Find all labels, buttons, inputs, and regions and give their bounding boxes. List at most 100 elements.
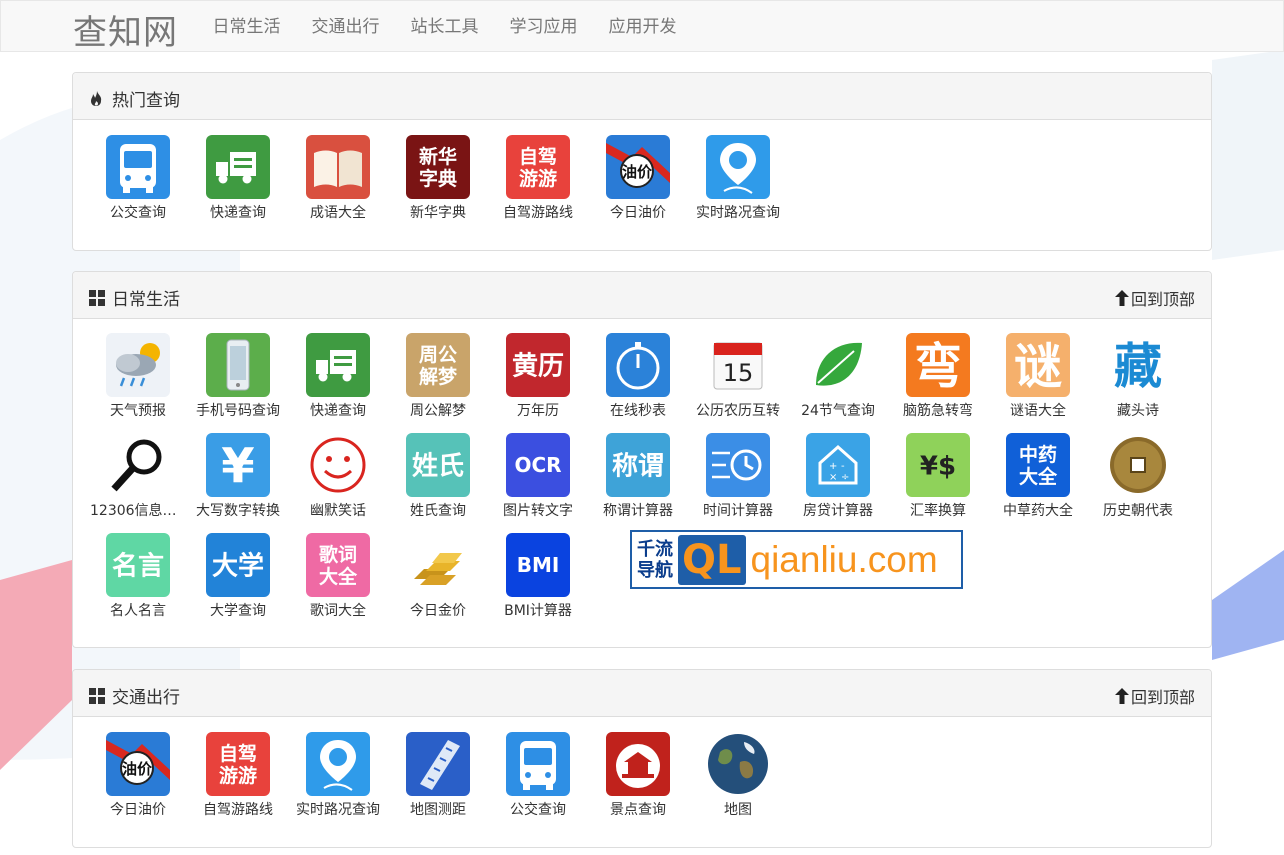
app-item[interactable]: 谜谜语大全: [988, 333, 1088, 431]
app-item[interactable]: 天气预报: [88, 333, 188, 431]
svg-text:油价: 油价: [622, 163, 653, 181]
coin-icon: [1106, 433, 1170, 497]
app-item[interactable]: + - × ÷ 房贷计算器: [788, 433, 888, 531]
app-item[interactable]: 公交查询: [88, 135, 188, 233]
nav-links: 日常生活 交通出行 站长工具 学习应用 应用开发: [197, 1, 692, 53]
app-item[interactable]: 自驾 游游 自驾游路线: [488, 135, 588, 233]
nav-link-daily-life[interactable]: 日常生活: [197, 1, 296, 53]
svg-text:×: ×: [829, 472, 837, 483]
site-brand[interactable]: 查知网: [73, 5, 178, 54]
app-item[interactable]: 成语大全: [288, 135, 388, 233]
qianliu-ad-banner[interactable]: 千流 导航 QL qianliu.com: [630, 530, 963, 589]
text-icon: 自驾 游游: [206, 732, 270, 796]
app-item-label: 公交查询: [510, 802, 566, 818]
text-icon: ¥: [206, 433, 270, 497]
panel-daily-life: 日常生活 回到顶部 天气预报 手机号码查询 快递查询 周公 解梦 周公解梦 黄历 万年历在线秒…: [72, 271, 1212, 648]
svg-text:大全: 大全: [1019, 465, 1058, 488]
weather-icon: [106, 333, 170, 397]
app-item-label: 公交查询: [110, 205, 166, 221]
app-item[interactable]: 快递查询: [288, 333, 388, 431]
app-item[interactable]: 手机号码查询: [188, 333, 288, 431]
svg-text:¥$: ¥$: [920, 451, 956, 481]
ad-domain-text: qianliu.com: [750, 538, 938, 580]
app-item-label: 今日金价: [410, 603, 466, 619]
app-item[interactable]: 中药 大全 中草药大全: [988, 433, 1088, 531]
globe-icon: [706, 732, 770, 796]
app-item[interactable]: 歌词 大全 歌词大全: [288, 533, 388, 631]
text-icon: BMI: [506, 533, 570, 597]
app-item-label: 景点查询: [610, 802, 666, 818]
truck-icon: [206, 135, 270, 199]
text-icon: 新华 字典: [406, 135, 470, 199]
panel-title: 日常生活: [112, 290, 180, 310]
app-item-label: 12306信息查询: [90, 503, 188, 519]
app-item[interactable]: 今日金价: [388, 533, 488, 631]
smile-icon: [306, 433, 370, 497]
svg-text:字典: 字典: [419, 167, 457, 190]
app-item[interactable]: 姓氏 姓氏查询: [388, 433, 488, 531]
nav-link-learning-apps[interactable]: 学习应用: [494, 1, 593, 53]
svg-text:谜: 谜: [1014, 338, 1062, 394]
text-icon: OCR: [506, 433, 570, 497]
app-item-label: 快递查询: [210, 205, 266, 221]
app-item[interactable]: 地图测距: [388, 732, 488, 830]
app-item[interactable]: 15 公历农历互转: [688, 333, 788, 431]
svg-text:游游: 游游: [219, 764, 257, 787]
app-item[interactable]: 弯脑筋急转弯: [888, 333, 988, 431]
svg-text:姓氏: 姓氏: [412, 451, 464, 481]
app-item[interactable]: 地图: [688, 732, 788, 830]
app-item-label: 脑筋急转弯: [903, 403, 973, 419]
app-item[interactable]: 名言 名人名言: [88, 533, 188, 631]
panel-title: 交通出行: [112, 688, 180, 708]
app-item-label: 大学查询: [210, 603, 266, 619]
ruler-icon: [406, 732, 470, 796]
back-to-top-link[interactable]: 回到顶部: [1114, 286, 1195, 310]
app-item[interactable]: 公交查询: [488, 732, 588, 830]
app-item[interactable]: 藏藏头诗: [1088, 333, 1188, 431]
svg-text:自驾: 自驾: [219, 742, 257, 765]
app-item[interactable]: BMI BMI计算器: [488, 533, 588, 631]
calendar-icon: 15: [706, 333, 770, 397]
app-item[interactable]: ¥ 大写数字转换: [188, 433, 288, 531]
app-item-label: 成语大全: [310, 205, 366, 221]
app-item[interactable]: 油价 今日油价: [88, 732, 188, 830]
nav-link-app-dev[interactable]: 应用开发: [593, 1, 692, 53]
app-item[interactable]: 历史朝代表: [1088, 433, 1188, 531]
app-item[interactable]: 新华 字典 新华字典: [388, 135, 488, 233]
svg-text:黄历: 黄历: [512, 351, 564, 381]
back-to-top-link[interactable]: 回到顶部: [1114, 684, 1195, 708]
app-item[interactable]: 实时路况查询: [688, 135, 788, 233]
app-item-label: 历史朝代表: [1103, 503, 1173, 519]
nav-link-webmaster-tools[interactable]: 站长工具: [395, 1, 494, 53]
app-item-label: 自驾游路线: [503, 205, 573, 221]
app-item[interactable]: 景点查询: [588, 732, 688, 830]
app-item[interactable]: 幽默笑话: [288, 433, 388, 531]
nav-link-transport[interactable]: 交通出行: [296, 1, 395, 53]
text-icon: 中药 大全: [1006, 433, 1070, 497]
app-item[interactable]: 称谓 称谓计算器: [588, 433, 688, 531]
app-item[interactable]: 12306信息查询: [88, 433, 188, 531]
oil-icon: 油价: [106, 732, 170, 796]
app-item[interactable]: 周公 解梦 周公解梦: [388, 333, 488, 431]
app-item-label: 在线秒表: [610, 403, 666, 419]
text-icon: 姓氏: [406, 433, 470, 497]
ad-chinese-text: 千流 导航: [637, 538, 673, 581]
arrow-up-icon: [1114, 688, 1129, 704]
pin-icon: [706, 135, 770, 199]
app-item[interactable]: 时间计算器: [688, 433, 788, 531]
app-item[interactable]: 24节气查询: [788, 333, 888, 431]
app-item[interactable]: 快递查询: [188, 135, 288, 233]
app-item[interactable]: 黄历 万年历: [488, 333, 588, 431]
app-item[interactable]: ¥$ 汇率换算: [888, 433, 988, 531]
app-item[interactable]: 油价 今日油价: [588, 135, 688, 233]
ad-ql-badge: QL: [678, 534, 746, 585]
top-navbar: 查知网 日常生活 交通出行 站长工具 学习应用 应用开发: [0, 0, 1284, 54]
app-item[interactable]: OCR 图片转文字: [488, 433, 588, 531]
house-icon: + - × ÷: [806, 433, 870, 497]
app-item[interactable]: 自驾 游游 自驾游路线: [188, 732, 288, 830]
app-item[interactable]: 在线秒表: [588, 333, 688, 431]
app-item[interactable]: 实时路况查询: [288, 732, 388, 830]
app-item[interactable]: 大学 大学查询: [188, 533, 288, 631]
svg-text:BMI: BMI: [517, 553, 560, 577]
leaf-icon: [806, 333, 870, 397]
